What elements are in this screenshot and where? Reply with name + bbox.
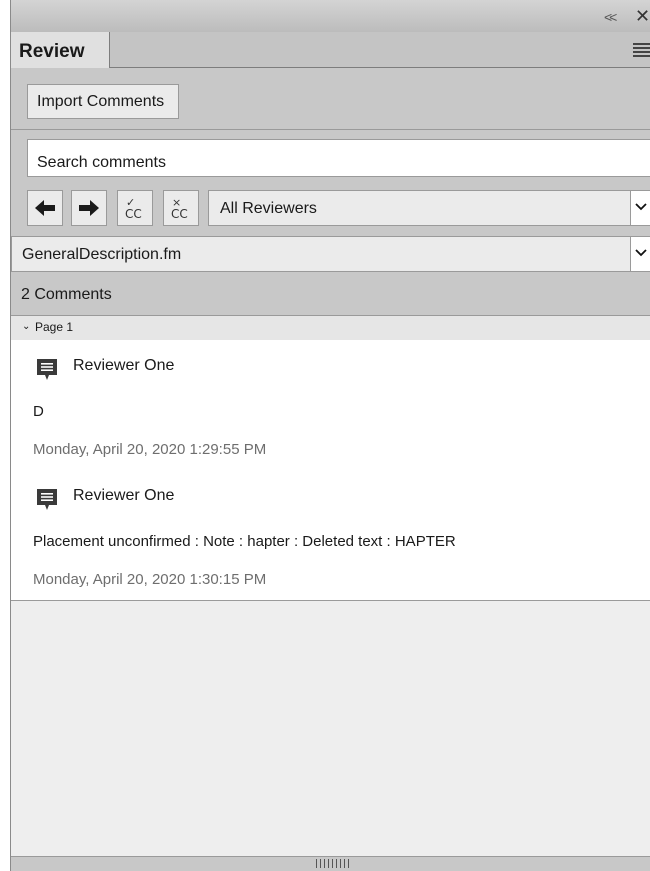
svg-text:CC: CC bbox=[171, 207, 188, 221]
import-comments-button[interactable]: Import Comments bbox=[27, 84, 179, 119]
close-panel-button[interactable]: ✕ bbox=[635, 6, 650, 27]
comment-item[interactable]: Reviewer One D Monday, April 20, 2020 1:… bbox=[11, 340, 650, 471]
arrow-right-icon bbox=[79, 200, 99, 216]
resize-grip[interactable] bbox=[11, 856, 650, 871]
chevron-down-icon: ⌄ bbox=[22, 321, 31, 332]
comment-date: Monday, April 20, 2020 1:30:15 PM bbox=[33, 571, 267, 588]
panel-menu-icon[interactable] bbox=[633, 43, 650, 59]
accept-change-button[interactable]: ✓ CC bbox=[117, 190, 153, 226]
arrow-left-icon bbox=[35, 200, 55, 216]
svg-text:CC: CC bbox=[125, 207, 142, 221]
comment-count: 2 Comments bbox=[21, 286, 112, 303]
chevron-down-icon[interactable] bbox=[630, 191, 650, 225]
comment-item[interactable]: Reviewer One Placement unconfirmed : Not… bbox=[11, 470, 650, 601]
comment-author: Reviewer One bbox=[73, 487, 175, 504]
tab-bar: Review bbox=[11, 32, 650, 68]
tab-review[interactable]: Review bbox=[11, 32, 110, 68]
accept-change-icon: ✓ CC bbox=[125, 196, 142, 221]
comment-date: Monday, April 20, 2020 1:29:55 PM bbox=[33, 441, 267, 458]
search-comments-input[interactable] bbox=[27, 139, 650, 177]
reject-change-icon: × CC bbox=[171, 196, 188, 221]
next-comment-button[interactable] bbox=[71, 190, 107, 226]
reviewer-filter-select[interactable]: All Reviewers bbox=[208, 190, 650, 226]
previous-comment-button[interactable] bbox=[27, 190, 63, 226]
comment-icon bbox=[37, 489, 57, 510]
document-select[interactable]: GeneralDescription.fm bbox=[11, 236, 650, 272]
review-panel: << ✕ Review Import Comments ✓ CC × CC Al… bbox=[10, 0, 650, 871]
chevron-down-icon[interactable] bbox=[630, 237, 650, 271]
collapse-panel-button[interactable]: << bbox=[604, 9, 617, 25]
document-select-value: GeneralDescription.fm bbox=[22, 246, 182, 263]
divider bbox=[11, 129, 650, 130]
comment-list: ⌄ Page 1 Reviewer One D Monday, April 20… bbox=[11, 315, 650, 857]
comment-text: Placement unconfirmed : Note : hapter : … bbox=[33, 533, 456, 550]
comment-author: Reviewer One bbox=[73, 357, 175, 374]
page-group-label: Page 1 bbox=[35, 320, 74, 334]
page-group-header[interactable]: ⌄ Page 1 bbox=[11, 316, 650, 340]
reject-change-button[interactable]: × CC bbox=[163, 190, 199, 226]
panel-titlebar: << ✕ bbox=[11, 0, 650, 32]
comment-icon bbox=[37, 359, 57, 380]
comment-text: D bbox=[33, 403, 44, 420]
reviewer-filter-value: All Reviewers bbox=[220, 200, 317, 217]
grip-handle-icon bbox=[316, 859, 352, 868]
